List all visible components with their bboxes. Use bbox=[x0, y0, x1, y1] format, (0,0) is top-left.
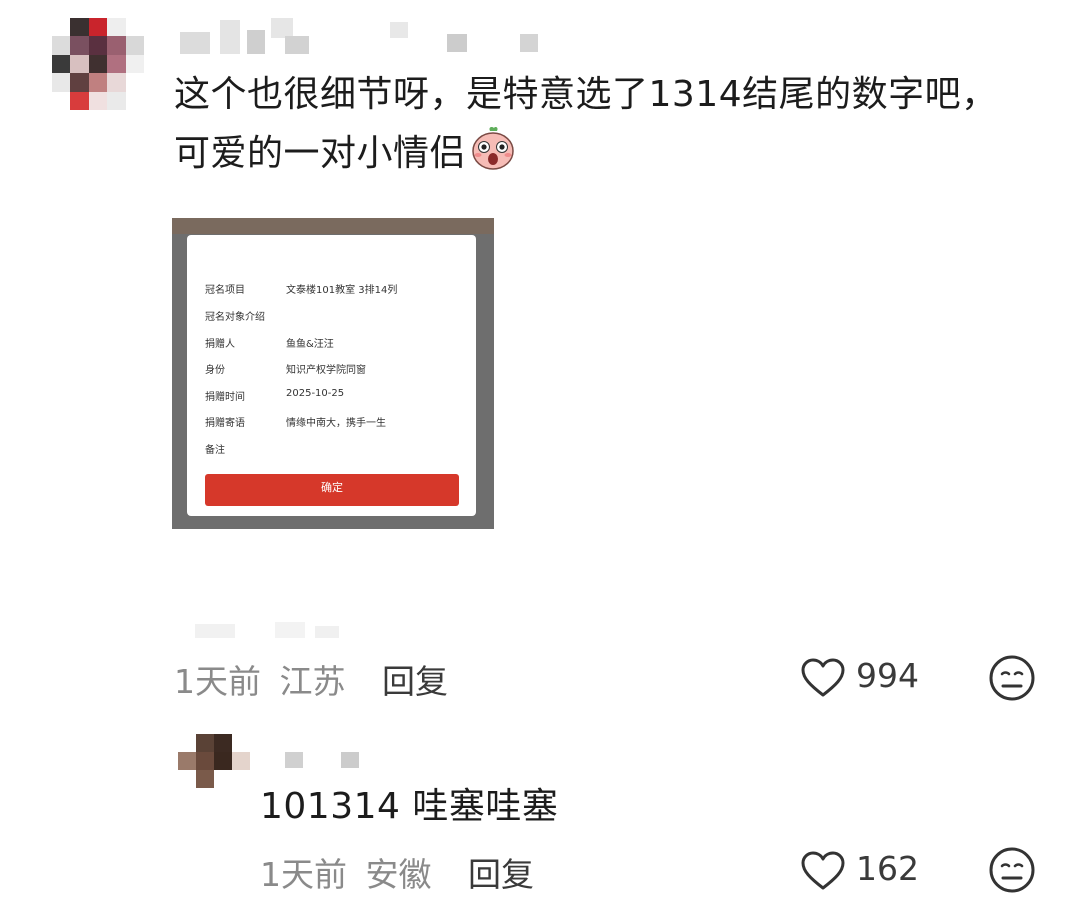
neutral-face-icon[interactable] bbox=[988, 654, 1036, 706]
comment-location: 安徽 bbox=[365, 855, 432, 894]
comment-meta: 1天前 安徽 回复 bbox=[260, 848, 534, 896]
field-value: 2025-10-25 bbox=[286, 388, 345, 399]
field-key: 备注 bbox=[205, 445, 225, 456]
comment-text: 101314 哇塞哇塞 bbox=[260, 786, 559, 827]
field-key: 捐赠人 bbox=[205, 339, 235, 350]
comment-time: 1天前 bbox=[260, 855, 347, 894]
reply-button[interactable]: 回复 bbox=[382, 662, 448, 701]
comment-time: 1天前 bbox=[174, 662, 261, 701]
donation-dialog: 冠名项目 文泰楼101教室 3排14列 冠名对象介绍 捐赠人 鱼鱼&汪汪 身份 知识产… bbox=[187, 235, 476, 516]
like-count: 162 bbox=[856, 849, 919, 888]
field-value: 知识产权学院同窗 bbox=[286, 365, 366, 376]
avatar[interactable] bbox=[52, 18, 144, 110]
field-value: 情缘中南大，携手一生 bbox=[286, 418, 386, 429]
avatar[interactable] bbox=[178, 734, 250, 788]
like-count: 994 bbox=[856, 656, 919, 695]
neutral-face-icon[interactable] bbox=[988, 846, 1036, 898]
like-button[interactable]: 162 bbox=[800, 845, 925, 893]
attached-image[interactable]: 冠名项目 文泰楼101教室 3排14列 冠名对象介绍 捐赠人 鱼鱼&汪汪 身份 知识产… bbox=[172, 218, 494, 529]
field-key: 冠名对象介绍 bbox=[205, 312, 265, 323]
username-redacted[interactable] bbox=[285, 752, 375, 772]
comment-meta: 1天前 江苏 回复 bbox=[174, 655, 448, 703]
heart-outline-icon bbox=[800, 851, 846, 895]
field-key: 捐赠时间 bbox=[205, 392, 245, 403]
field-key: 身份 bbox=[205, 365, 225, 376]
reply-button[interactable]: 回复 bbox=[468, 855, 534, 894]
field-key: 捐赠寄语 bbox=[205, 418, 245, 429]
field-value: 鱼鱼&汪汪 bbox=[286, 339, 334, 350]
confirm-button: 确定 bbox=[205, 474, 459, 506]
username-redacted[interactable] bbox=[175, 18, 545, 58]
field-key: 冠名项目 bbox=[205, 285, 245, 296]
comment-text-line: 这个也很细节呀，是特意选了1314结尾的数字吧， bbox=[174, 74, 998, 115]
like-button[interactable]: 994 bbox=[800, 652, 925, 700]
shocked-face-emoji-icon bbox=[470, 125, 516, 182]
comment-text: 这个也很细节呀，是特意选了1314结尾的数字吧， 可爱的一对小情侣 bbox=[174, 73, 998, 182]
blurred-artifact bbox=[195, 620, 355, 644]
comment-location: 江苏 bbox=[279, 662, 346, 701]
field-value: 文泰楼101教室 3排14列 bbox=[286, 285, 398, 296]
comment-text-line: 可爱的一对小情侣 bbox=[174, 133, 467, 174]
image-top-band bbox=[172, 218, 494, 234]
heart-outline-icon bbox=[800, 658, 846, 702]
